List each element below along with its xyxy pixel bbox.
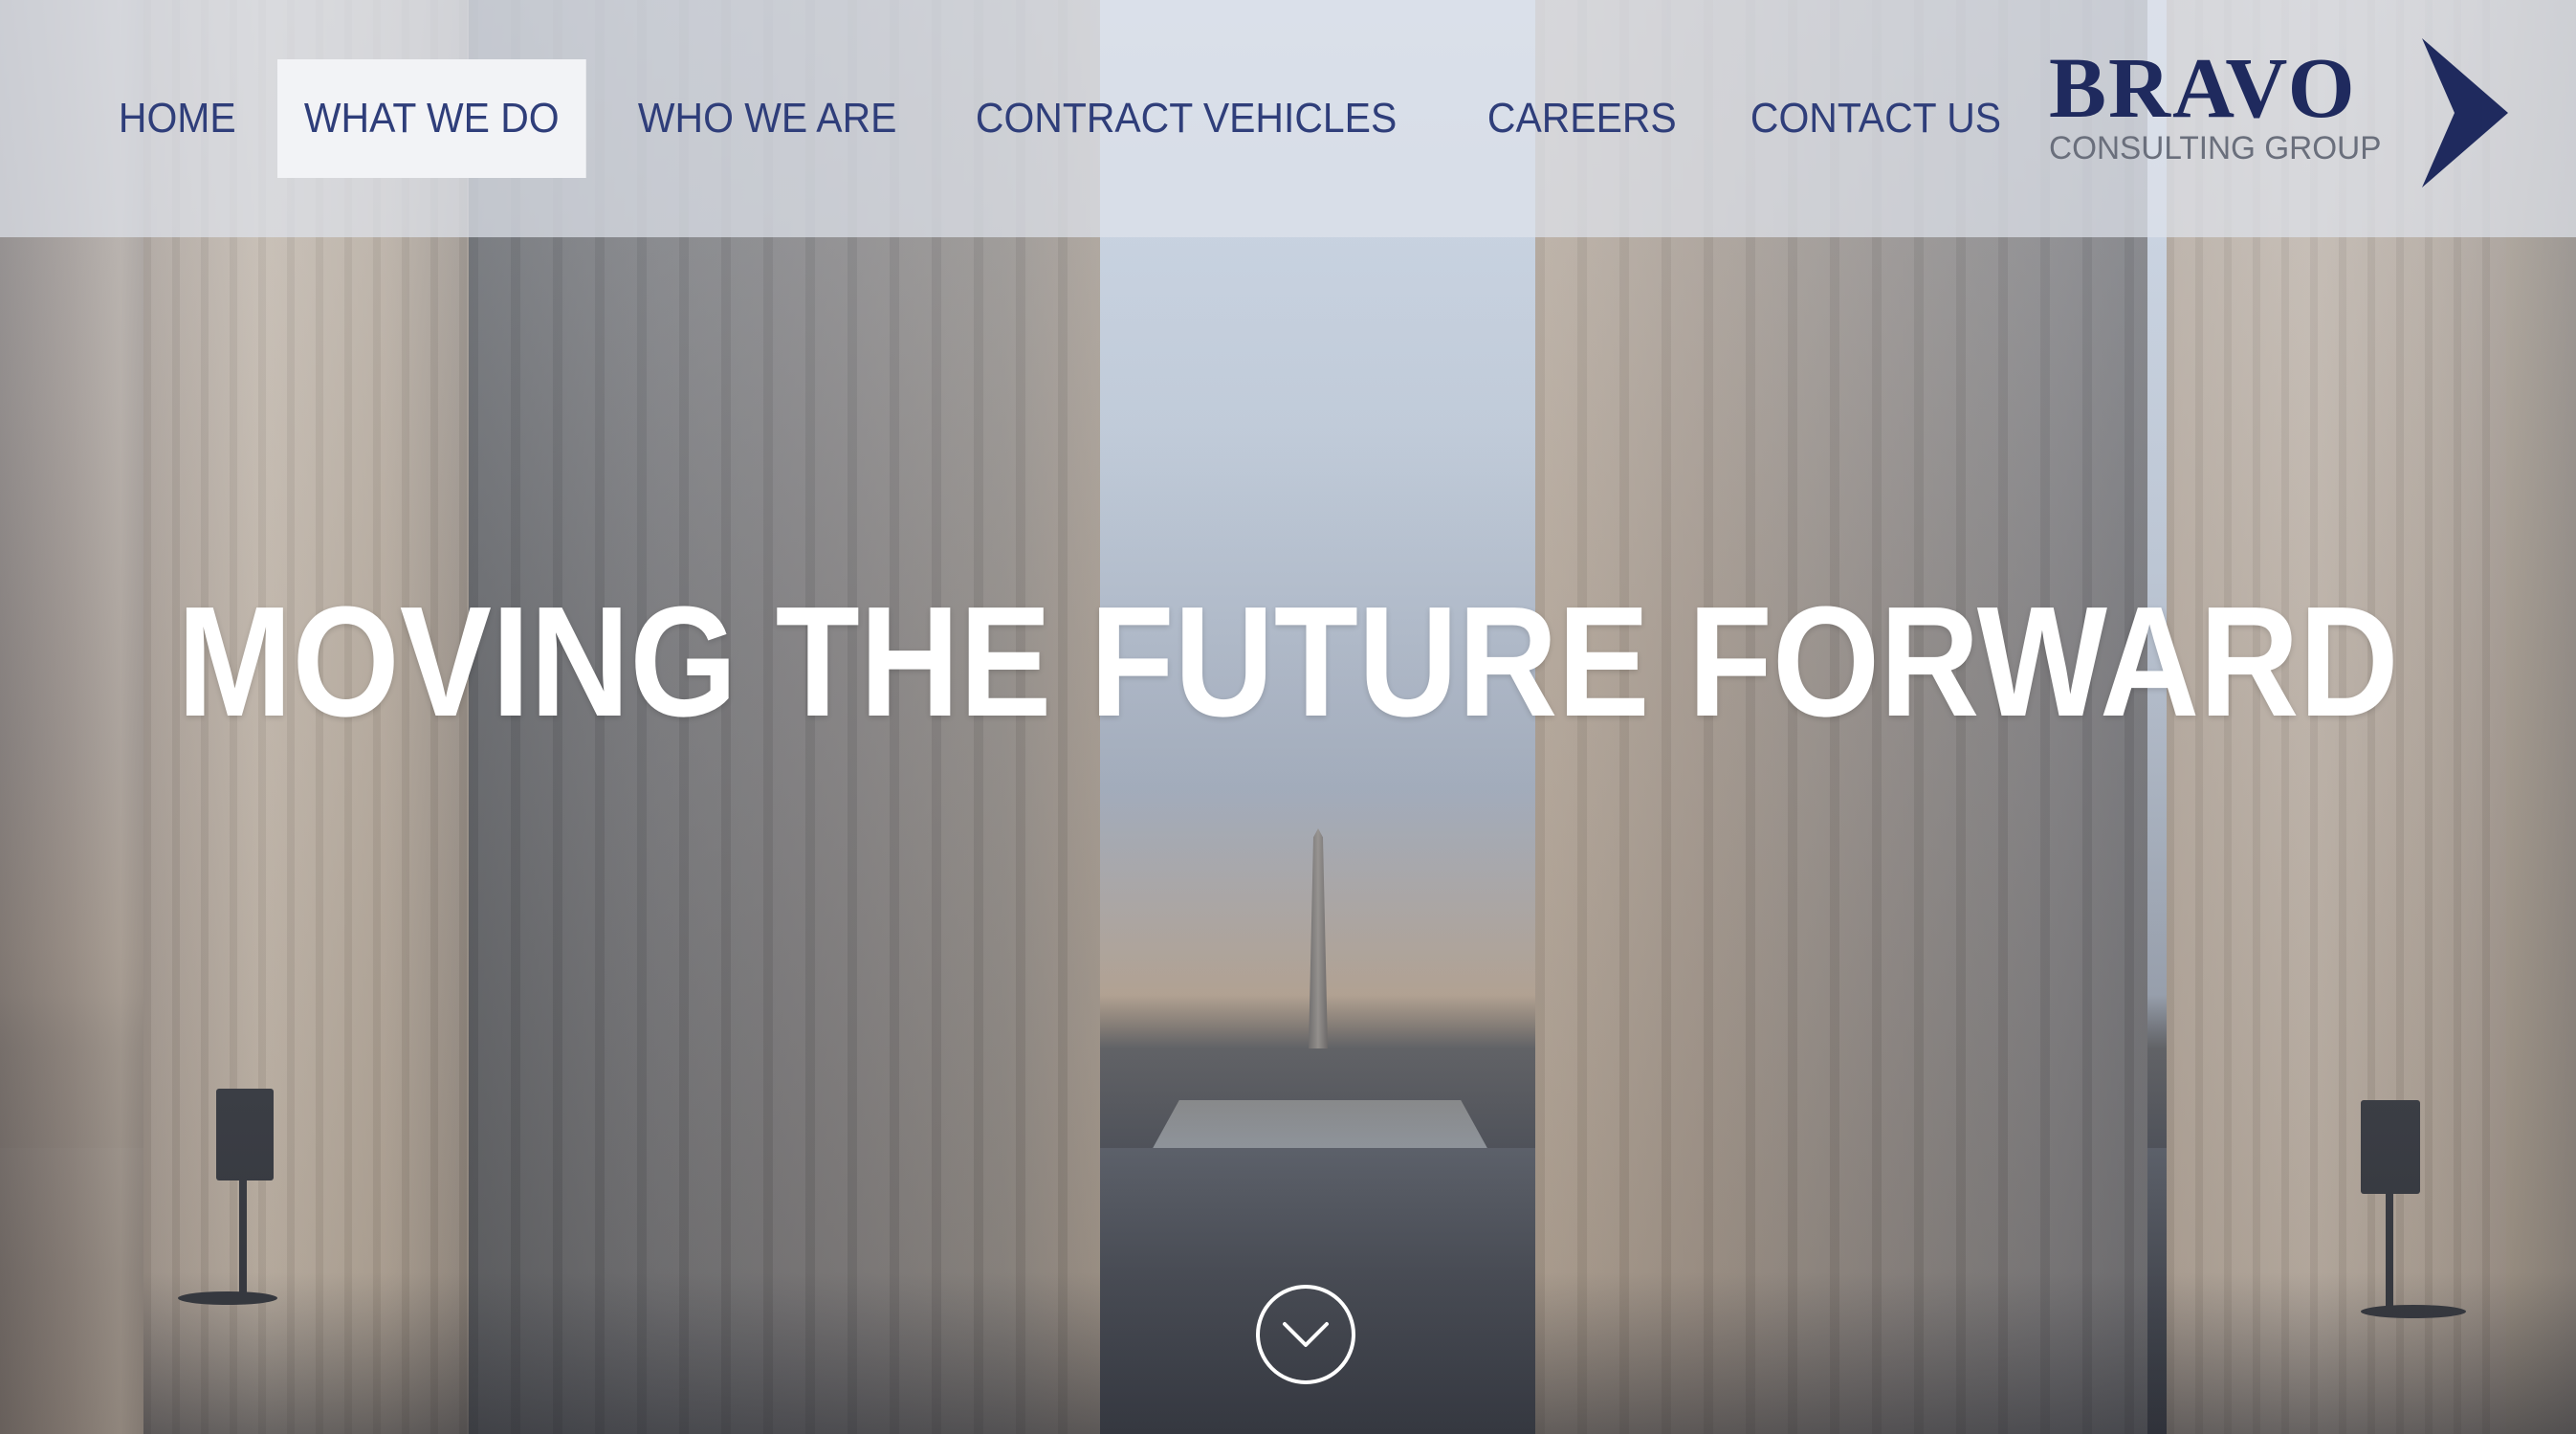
chevron-down-icon [1283,1322,1329,1347]
nav-item-what-we-do[interactable]: WHAT WE DO [277,59,586,178]
nav-item-who-we-are[interactable]: WHO WE ARE [611,59,923,178]
nav-item-contract-vehicles[interactable]: CONTRACT VEHICLES [949,59,1423,178]
arrow-chevron-icon [2422,38,2508,188]
main-nav: HOME WHAT WE DO WHO WE ARE CONTRACT VEHI… [92,59,2053,178]
logo-wordmark: BRAVO [2049,41,2357,136]
nav-item-home[interactable]: HOME [92,59,263,178]
logo-tagline: CONSULTING GROUP [2049,130,2382,166]
nav-item-careers[interactable]: CAREERS [1461,59,1704,178]
scroll-down-button[interactable] [1256,1285,1355,1384]
hero-section: HOME WHAT WE DO WHO WE ARE CONTRACT VEHI… [0,0,2576,1434]
site-header: HOME WHAT WE DO WHO WE ARE CONTRACT VEHI… [0,0,2576,237]
brand-logo[interactable]: BRAVO CONSULTING GROUP [2037,36,2516,189]
hero-headline: MOVING THE FUTURE FORWARD [177,574,2399,749]
nav-item-contact-us[interactable]: CONTACT US [1724,59,2028,178]
